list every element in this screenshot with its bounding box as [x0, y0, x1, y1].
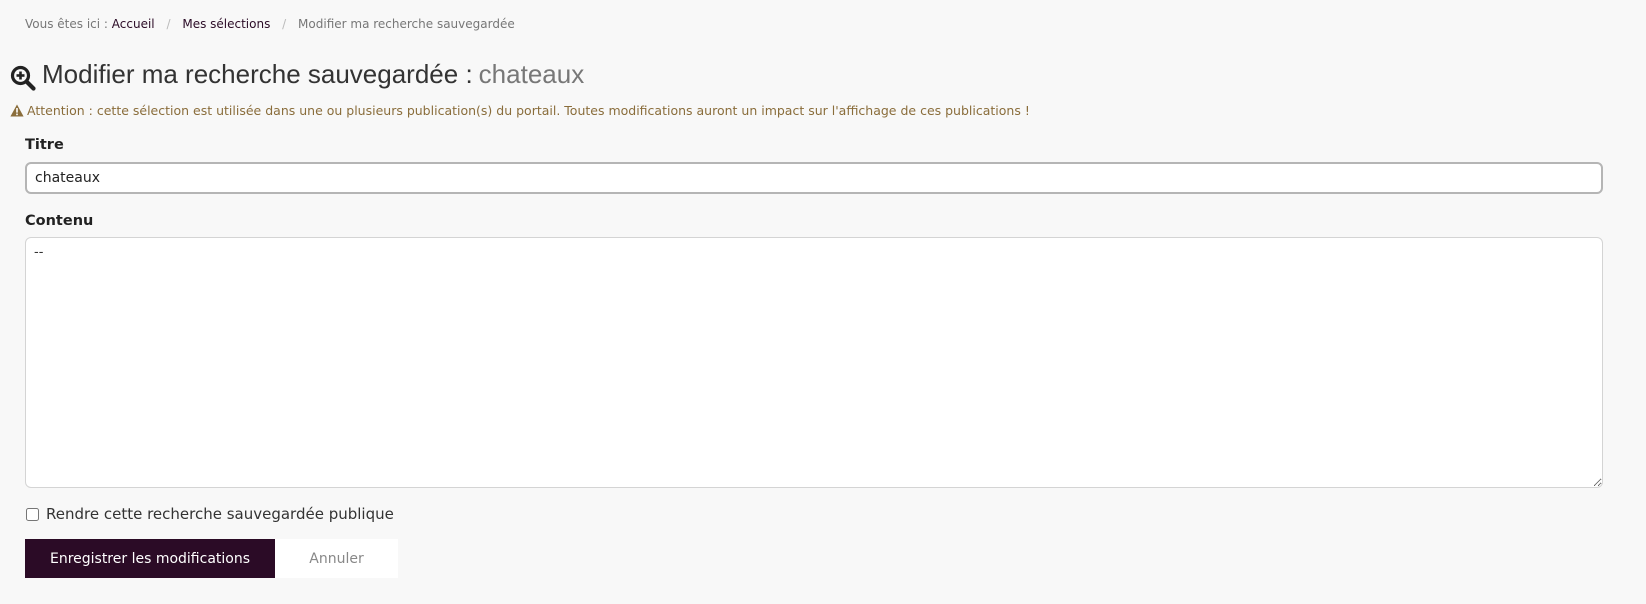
- breadcrumb-link-mes-selections[interactable]: Mes sélections: [182, 17, 270, 31]
- public-checkbox-row[interactable]: Rendre cette recherche sauvegardée publi…: [26, 505, 394, 523]
- warning-text: Attention : cette sélection est utilisée…: [27, 103, 1030, 118]
- page-title: Modifier ma recherche sauvegardée : chat…: [10, 57, 584, 91]
- warning-message: Attention : cette sélection est utilisée…: [10, 103, 1030, 118]
- cancel-button[interactable]: Annuler: [275, 539, 398, 578]
- search-plus-icon: [10, 61, 36, 91]
- breadcrumb-link-accueil[interactable]: Accueil: [112, 17, 155, 31]
- titre-label: Titre: [25, 137, 64, 153]
- breadcrumb-current: Modifier ma recherche sauvegardée: [298, 17, 515, 31]
- page-title-value: chateaux: [478, 58, 585, 89]
- contenu-label: Contenu: [25, 213, 94, 229]
- public-checkbox-label: Rendre cette recherche sauvegardée publi…: [46, 505, 394, 523]
- titre-input[interactable]: [25, 162, 1603, 194]
- warning-triangle-icon: [10, 104, 24, 117]
- breadcrumb: Vous êtes ici : Accueil / Mes sélections…: [25, 16, 515, 32]
- breadcrumb-prefix: Vous êtes ici :: [25, 17, 108, 31]
- contenu-textarea[interactable]: --: [25, 237, 1603, 488]
- page-title-text: Modifier ma recherche sauvegardée :: [42, 58, 473, 89]
- breadcrumb-separator: /: [282, 17, 287, 31]
- save-button[interactable]: Enregistrer les modifications: [25, 539, 275, 578]
- breadcrumb-separator: /: [166, 17, 171, 31]
- public-checkbox[interactable]: [26, 507, 39, 521]
